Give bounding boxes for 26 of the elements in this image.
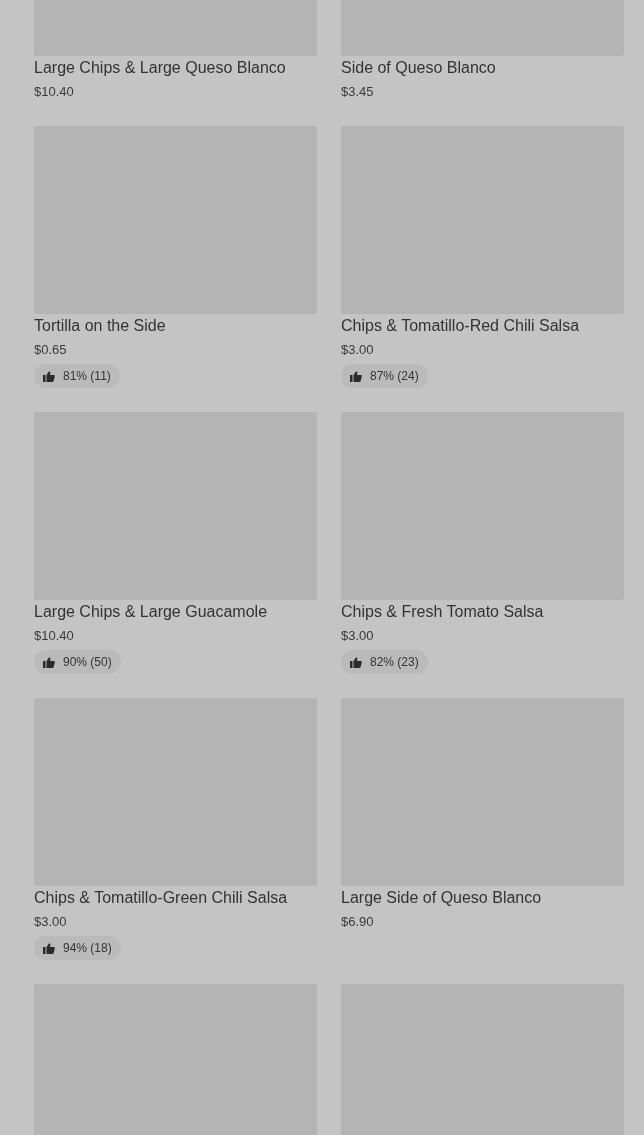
rating-badge: 81% (11)	[34, 364, 120, 388]
thumbs-up-icon	[43, 942, 55, 954]
item-price: $3.00	[341, 627, 375, 645]
item-name[interactable]: Chips & Tomatillo-Green Chili Salsa	[34, 886, 317, 910]
item-name[interactable]: Large Chips & Large Guacamole	[34, 600, 317, 624]
item-price: $6.90	[341, 913, 375, 931]
item-price: $3.45	[341, 83, 375, 101]
item-price: $3.00	[341, 341, 375, 359]
thumbs-up-icon	[43, 656, 55, 668]
item-price: $10.40	[34, 627, 75, 645]
thumbs-up-icon	[43, 370, 55, 382]
rating-badge: 94% (18)	[34, 936, 121, 960]
item-price: $0.65	[34, 341, 68, 359]
item-name[interactable]: Large Chips & Large Queso Blanco	[34, 56, 317, 80]
rating-badge: 87% (24)	[341, 364, 428, 388]
item-price: $10.40	[34, 83, 75, 101]
rating-badge: 90% (50)	[34, 650, 121, 674]
thumbs-up-icon	[350, 370, 362, 382]
item-name[interactable]: Large Side of Queso Blanco	[341, 886, 624, 910]
thumbs-up-icon	[350, 656, 362, 668]
rating-badge: 82% (23)	[341, 650, 428, 674]
item-price: $3.00	[34, 913, 68, 931]
item-name[interactable]: Tortilla on the Side	[34, 314, 317, 338]
item-name[interactable]: Chips & Tomatillo-Red Chili Salsa	[341, 314, 624, 338]
item-name[interactable]: Chips & Fresh Tomato Salsa	[341, 600, 624, 624]
item-name[interactable]: Side of Queso Blanco	[341, 56, 624, 80]
